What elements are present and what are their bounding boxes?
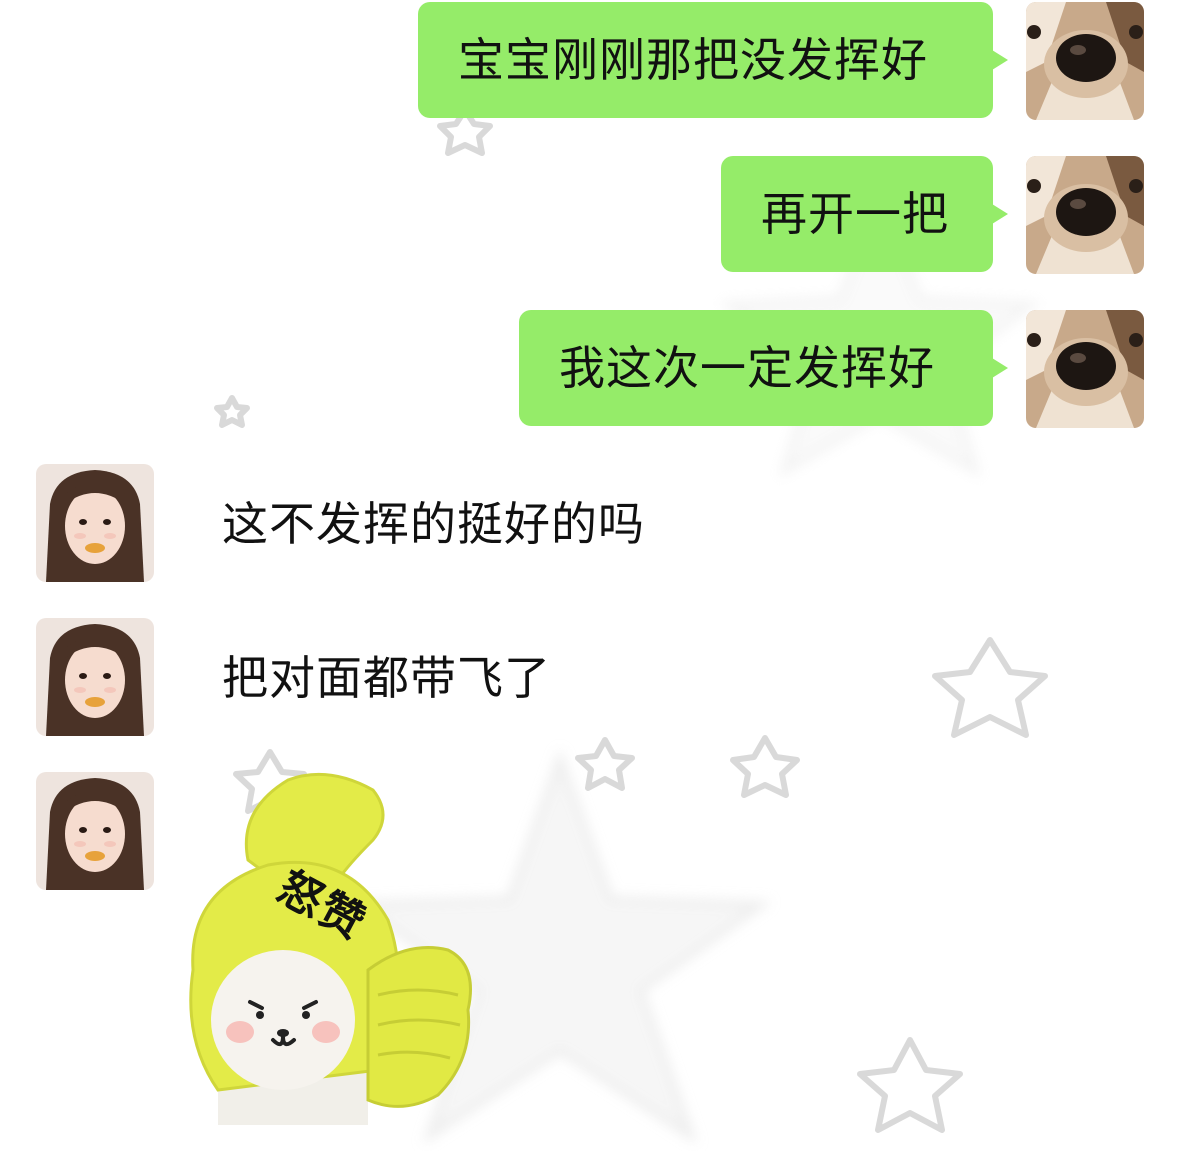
star-icon [857,1037,963,1133]
girl-avatar[interactable] [36,464,154,582]
sent-message-bubble[interactable]: 我这次一定发挥好 [519,310,1008,426]
message-text: 宝宝刚刚那把没发挥好 [458,33,928,87]
girl-avatar[interactable] [36,772,154,890]
sent-message-bubble[interactable]: 再开一把 [721,156,1008,272]
received-message-text[interactable]: 把对面都带飞了 [222,648,551,708]
dog-nose-avatar[interactable] [1026,310,1144,428]
star-icon [730,735,800,798]
message-text: 再开一把 [761,187,949,241]
thumbs-up-bear-sticker[interactable]: 怒赞 [178,770,478,1130]
sent-message-bubble[interactable]: 宝宝刚刚那把没发挥好 [418,2,1008,118]
dog-nose-avatar[interactable] [1026,2,1144,120]
message-text: 我这次一定发挥好 [559,341,935,395]
star-icon [932,637,1048,738]
star-icon [575,737,635,791]
girl-avatar[interactable] [36,618,154,736]
star-icon [214,395,250,428]
background-stars [214,107,1048,1145]
dog-nose-avatar[interactable] [1026,156,1144,274]
received-message-text[interactable]: 这不发挥的挺好的吗 [222,494,645,554]
